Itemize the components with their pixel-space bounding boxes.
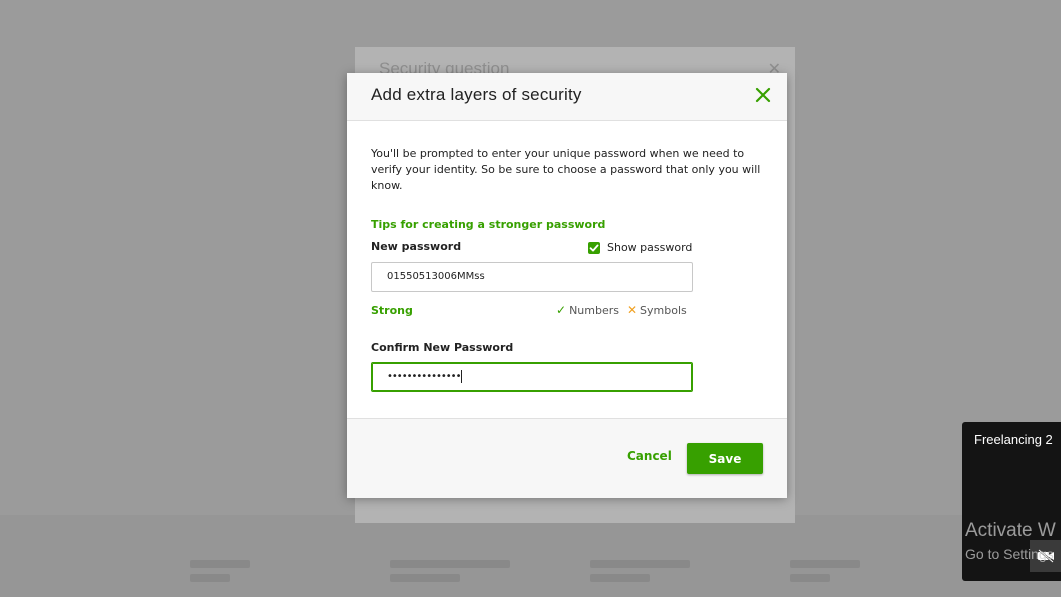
x-icon: ✕	[626, 303, 638, 317]
password-requirements: ✓ Numbers ✕ Symbols	[556, 303, 687, 317]
requirement-symbols: ✕ Symbols	[627, 303, 687, 317]
new-password-value: 01550513006MMss	[387, 271, 485, 282]
requirement-label: Numbers	[569, 303, 619, 317]
requirement-numbers: ✓ Numbers	[556, 303, 619, 317]
check-icon	[589, 244, 599, 251]
modal-body: You'll be prompted to enter your unique …	[347, 121, 787, 418]
confirm-password-value: •••••••••••••••	[387, 371, 461, 382]
password-strength-label: Strong	[371, 304, 413, 317]
tips-link[interactable]: Tips for creating a stronger password	[371, 218, 605, 231]
show-password-checkbox[interactable]	[588, 241, 600, 254]
text-caret	[461, 369, 463, 383]
modal-footer: Cancel Save	[347, 418, 787, 498]
modal-header: Add extra layers of security	[347, 73, 787, 121]
save-button[interactable]: Save	[687, 443, 763, 474]
new-password-label: New password	[371, 240, 462, 253]
show-password-label: Show password	[607, 241, 693, 254]
security-modal: Add extra layers of security You'll be p…	[347, 73, 787, 498]
confirm-password-input[interactable]: •••••••••••••••	[371, 362, 693, 392]
modal-title: Add extra layers of security	[371, 85, 582, 104]
confirm-password-label: Confirm New Password	[371, 341, 514, 354]
settings-watermark: Go to Settings	[965, 546, 1054, 562]
cancel-button[interactable]: Cancel	[627, 449, 672, 463]
show-password-toggle[interactable]: Show password	[588, 241, 692, 254]
video-title: Freelancing 2	[974, 432, 1053, 447]
requirement-label: Symbols	[640, 303, 687, 317]
new-password-input[interactable]: 01550513006MMss	[371, 262, 693, 292]
watermark-clip: Activate W Go to Settings	[962, 500, 1061, 597]
intro-text: You'll be prompted to enter your unique …	[371, 147, 761, 192]
activate-watermark: Activate W	[965, 520, 1056, 541]
check-icon: ✓	[556, 303, 567, 317]
close-icon[interactable]	[753, 85, 773, 105]
